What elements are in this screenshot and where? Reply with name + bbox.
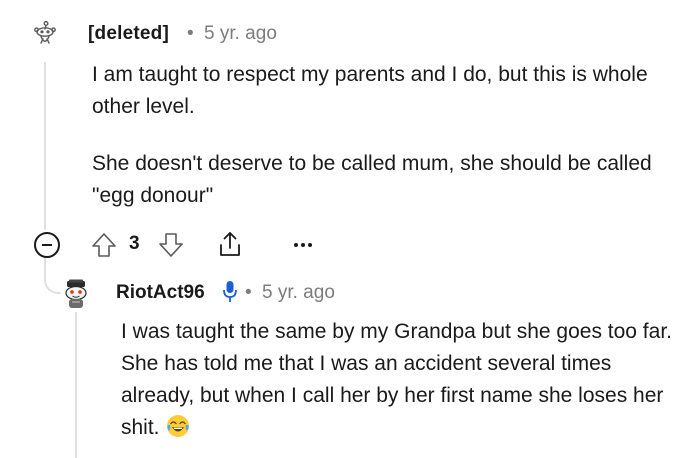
- comment-paragraph: I was taught the same by my Grandpa but …: [121, 316, 681, 444]
- microphone-icon: [223, 281, 237, 302]
- downvote-icon[interactable]: [157, 231, 185, 259]
- comment-timestamp[interactable]: 5 yr. ago: [204, 23, 277, 45]
- laughing-emoji-icon: [166, 415, 189, 437]
- comment-paragraph: She doesn't deserve to be called mum, sh…: [92, 152, 652, 207]
- upvote-icon[interactable]: [90, 231, 118, 259]
- vote-count: 3: [129, 233, 140, 254]
- comment-body-text: I was taught the same by my Grandpa but …: [121, 320, 672, 439]
- more-dots-icon[interactable]: [288, 238, 318, 252]
- share-icon[interactable]: [215, 229, 245, 259]
- comment-author: [deleted]: [88, 23, 169, 44]
- comment-paragraph: I am taught to respect my parents and I …: [92, 63, 648, 118]
- collapse-icon[interactable]: [34, 232, 60, 258]
- comment-author[interactable]: RiotAct96: [116, 282, 205, 304]
- thread-line[interactable]: [44, 62, 46, 230]
- thread-line[interactable]: [75, 312, 77, 458]
- comment-timestamp[interactable]: 5 yr. ago: [262, 282, 335, 304]
- snoo-avatar-icon[interactable]: [60, 278, 92, 310]
- snoo-outline-avatar-icon[interactable]: [31, 20, 59, 48]
- meta-separator: •: [187, 23, 194, 44]
- meta-separator: •: [245, 282, 252, 303]
